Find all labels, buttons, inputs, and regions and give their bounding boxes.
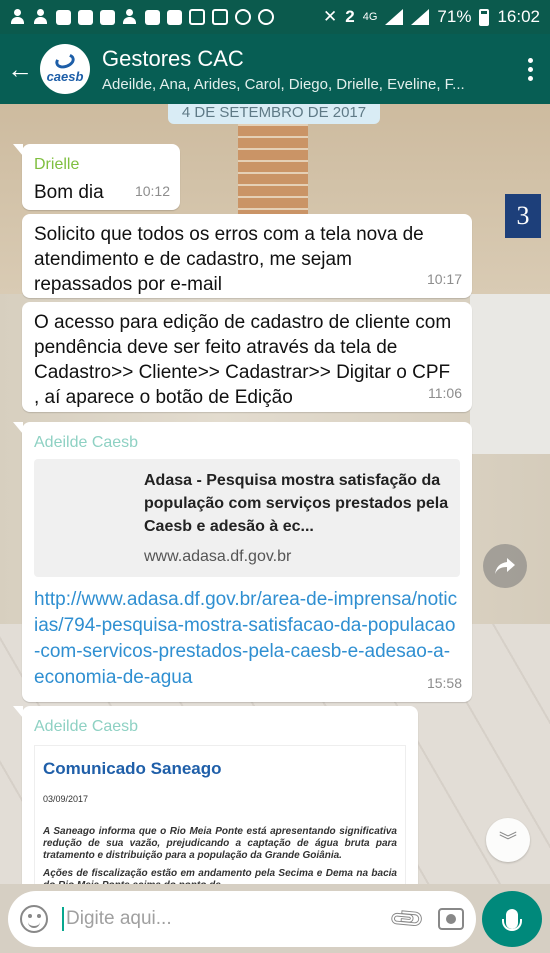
facebook-icon [78, 9, 93, 25]
link-preview[interactable]: Adasa - Pesquisa mostra satisfação da po… [34, 459, 460, 577]
forward-icon [495, 558, 515, 574]
person-icon [10, 9, 26, 25]
message-bubble[interactable]: O acesso para edição de cadastro de clie… [22, 302, 472, 412]
message-bubble[interactable]: Adeilde Caesb Adasa - Pesquisa mostra sa… [13, 422, 472, 702]
group-info[interactable]: Gestores CAC Adeilde, Ana, Arides, Carol… [102, 46, 510, 93]
document-paragraph: A Saneago informa que o Rio Meia Ponte e… [43, 826, 397, 861]
bubble-tail [13, 422, 23, 434]
link-preview-title: Adasa - Pesquisa mostra satisfação da po… [144, 472, 449, 535]
mic-icon [502, 909, 522, 931]
facebook-icon [145, 9, 160, 25]
image-icon [212, 9, 228, 25]
group-avatar[interactable]: caesb [40, 44, 90, 94]
chat-area[interactable]: 3 4 DE SETEMBRO DE 2017 Drielle Bom dia … [0, 104, 550, 884]
mic-button[interactable] [482, 891, 542, 947]
whatsapp-icon [235, 9, 251, 25]
mute-icon: ✕ [323, 7, 338, 26]
network-label: 4G [362, 11, 378, 23]
wallpaper-cabinet [470, 294, 550, 454]
wallpaper-sign: 3 [505, 194, 541, 238]
message-bubble[interactable]: Solicito que todos os erros com a tela n… [22, 214, 472, 298]
notification-icons [10, 9, 323, 25]
scroll-to-bottom-button[interactable]: ︾ [486, 818, 530, 862]
facebook-icon [167, 9, 182, 25]
camera-icon[interactable] [438, 908, 464, 930]
message-text: O acesso para edição de cadastro de clie… [34, 312, 452, 408]
emoji-icon[interactable] [20, 905, 48, 933]
overflow-menu-icon[interactable] [510, 34, 550, 104]
message-bubble[interactable]: Drielle Bom dia 10:12 [13, 144, 180, 210]
input-bar: Digite aqui... 📎︎ [0, 884, 550, 953]
link-preview-domain: www.adasa.df.gov.br [144, 548, 292, 565]
message-bubble[interactable]: Adeilde Caesb Comunicado Saneago 03/09/2… [13, 706, 418, 884]
signal-icon [411, 9, 430, 25]
message-sender: Adeilde Caesb [34, 718, 139, 735]
message-text: Solicito que todos os erros com a tela n… [34, 224, 424, 295]
document-paragraph: Ações de fiscalização estão em andamento… [43, 868, 397, 884]
youtube-icon [189, 9, 205, 25]
person-icon [33, 9, 49, 25]
attach-icon[interactable]: 📎︎ [387, 899, 428, 939]
status-bar: ✕ 2 4G 71% 16:02 [0, 0, 550, 34]
battery-percent: 71% [437, 7, 472, 26]
message-placeholder[interactable]: Digite aqui... [66, 908, 394, 930]
message-time: 10:17 [426, 271, 462, 287]
message-input[interactable]: Digite aqui... 📎︎ [8, 891, 476, 947]
message-sender: Adeilde Caesb [34, 434, 139, 451]
clock: 16:02 [497, 7, 540, 26]
message-sender: Drielle [34, 156, 80, 173]
chat-header: ← caesb Gestores CAC Adeilde, Ana, Aride… [0, 34, 550, 104]
battery-icon [479, 8, 490, 26]
bubble-tail [13, 144, 23, 156]
avatar-logo-text: caesb [46, 69, 84, 84]
message-time: 10:12 [134, 183, 170, 199]
double-chevron-down-icon: ︾ [499, 831, 517, 851]
participants-list: Adeilde, Ana, Arides, Carol, Diego, Drie… [102, 75, 465, 93]
system-icons: ✕ 2 4G 71% 16:02 [323, 7, 540, 27]
date-chip: 4 DE SETEMBRO DE 2017 [168, 104, 380, 124]
caesb-logo-icon [53, 51, 77, 71]
bubble-tail [13, 706, 23, 718]
text-cursor [62, 907, 64, 931]
message-link[interactable]: http://www.adasa.df.gov.br/area-de-impre… [34, 587, 460, 691]
document-heading: Comunicado Saneago [43, 759, 222, 778]
instagram-icon [258, 9, 274, 25]
message-image[interactable]: Comunicado Saneago 03/09/2017 A Saneago … [34, 745, 406, 884]
facebook-icon [56, 9, 71, 25]
forward-button[interactable] [483, 544, 527, 588]
sim-icon: 2 [345, 7, 355, 26]
document-date: 03/09/2017 [43, 794, 89, 804]
person-icon [122, 9, 138, 25]
message-time: 15:58 [426, 675, 462, 691]
back-arrow-icon[interactable]: ← [0, 34, 40, 104]
facebook-icon [100, 9, 115, 25]
message-time: 11:06 [428, 385, 462, 401]
signal-icon [385, 9, 404, 25]
group-name: Gestores CAC [102, 45, 244, 71]
